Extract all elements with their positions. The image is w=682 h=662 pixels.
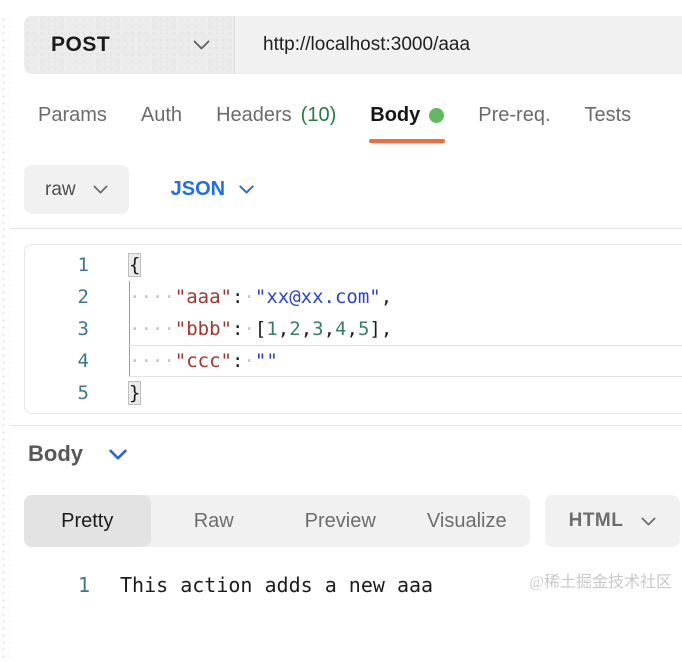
editor-line-number: 2 [25, 281, 89, 313]
tab-params[interactable]: Params [38, 104, 107, 143]
response-body-label: Body [28, 441, 83, 467]
view-tab-label: Preview [305, 510, 376, 533]
tab-label: Tests [585, 104, 632, 127]
view-tab-preview[interactable]: Preview [277, 495, 404, 547]
code-token-punct: : [232, 350, 243, 372]
code-token-punct: , [381, 286, 392, 308]
method-select[interactable]: POST [24, 16, 234, 74]
view-tab-label: Raw [194, 510, 234, 533]
code-token-ws: · [243, 350, 254, 372]
editor-line-content: } [129, 377, 682, 409]
code-token-string: "" [255, 350, 278, 372]
request-builder-page: POST http://localhost:3000/aaa Params Au… [0, 16, 682, 597]
view-tab-label: Pretty [61, 510, 113, 533]
code-token-punct: , [301, 318, 312, 340]
chevron-down-icon [93, 185, 108, 194]
view-tab-label: Visualize [427, 510, 507, 533]
code-token-punct: , [381, 318, 392, 340]
code-token-key: "aaa" [175, 286, 232, 308]
code-token-number: 2 [289, 318, 300, 340]
code-token-punct: , [324, 318, 335, 340]
editor-lines: 1{2····"aaa":·"xx@xx.com",3····"bbb":·[1… [25, 249, 682, 409]
editor-line: 2 ····"aaa":·"xx@xx.com", [25, 281, 682, 313]
editor-line-content: { [129, 249, 682, 281]
tab-tests[interactable]: Tests [585, 104, 632, 143]
code-token-brace: } [129, 382, 140, 404]
request-tabs: Params Auth Headers (10) Body Pre-req. T… [38, 104, 682, 152]
editor-line: 3····"bbb":·[1,2,3,4,5], [25, 313, 682, 345]
editor-line-content: ····"bbb":·[1,2,3,4,5], [129, 313, 682, 345]
tab-body[interactable]: Body [370, 104, 444, 143]
chevron-down-icon[interactable] [109, 449, 127, 460]
body-format-label: JSON [171, 178, 225, 201]
tab-label: Pre-req. [478, 104, 550, 127]
chevron-down-icon [193, 40, 210, 50]
response-line-number: 1 [24, 573, 90, 597]
view-tab-raw[interactable]: Raw [151, 495, 278, 547]
tab-headers[interactable]: Headers (10) [216, 104, 336, 143]
response-toolbar: Pretty Raw Preview Visualize HTML [24, 495, 680, 547]
code-token-number: 3 [312, 318, 323, 340]
editor-line-content: ····"ccc":·"" [129, 345, 682, 377]
code-token-punct: , [347, 318, 358, 340]
editor-line: 4 ····"ccc":·"" [25, 345, 682, 377]
editor-line: 5} [25, 377, 682, 409]
tab-label: Params [38, 104, 107, 127]
url-input[interactable]: http://localhost:3000/aaa [234, 16, 682, 74]
response-view-tabs: Pretty Raw Preview Visualize [24, 495, 530, 547]
chevron-down-icon [239, 185, 254, 194]
body-filled-dot [429, 108, 444, 123]
editor-line: 1{ [25, 249, 682, 281]
code-token-punct: , [278, 318, 289, 340]
code-token-brace: { [129, 254, 140, 276]
headers-count-badge: (10) [301, 104, 337, 127]
response-section-header: Body [28, 441, 682, 467]
view-tab-pretty[interactable]: Pretty [24, 495, 151, 547]
code-token-ws: ···· [129, 286, 175, 308]
tab-label: Headers [216, 104, 292, 127]
editor-line-content: ····"aaa":·"xx@xx.com", [129, 281, 682, 313]
editor-line-number: 4 [25, 345, 89, 377]
method-label: POST [51, 33, 110, 57]
url-text: http://localhost:3000/aaa [263, 34, 470, 56]
response-line-text: This action adds a new aaa [120, 573, 433, 597]
code-token-string: "xx@xx.com" [255, 286, 381, 308]
code-token-number: 1 [266, 318, 277, 340]
juejin-watermark: @稀土掘金技术社区 [529, 568, 672, 592]
body-mode-label: raw [45, 179, 76, 201]
tab-label: Auth [141, 104, 182, 127]
code-token-punct: ] [369, 318, 380, 340]
body-type-row: raw JSON [24, 165, 682, 214]
code-token-ws: · [243, 318, 254, 340]
response-format-select[interactable]: HTML [545, 495, 680, 547]
url-bar: POST http://localhost:3000/aaa [24, 16, 682, 74]
body-mode-select[interactable]: raw [24, 165, 129, 214]
code-token-number: 4 [335, 318, 346, 340]
active-tab-underline [369, 139, 445, 143]
body-format-select[interactable]: JSON [171, 178, 254, 201]
tab-auth[interactable]: Auth [141, 104, 182, 143]
section-divider [10, 425, 682, 426]
chevron-down-icon [641, 517, 656, 526]
request-body-editor[interactable]: 1{2····"aaa":·"xx@xx.com",3····"bbb":·[1… [24, 244, 682, 414]
code-token-number: 5 [358, 318, 369, 340]
view-tab-visualize[interactable]: Visualize [404, 495, 531, 547]
code-token-key: "bbb" [175, 318, 232, 340]
response-format-label: HTML [569, 510, 624, 532]
code-token-punct: : [232, 318, 243, 340]
code-token-punct: [ [255, 318, 266, 340]
code-token-ws: · [243, 286, 254, 308]
code-token-punct: : [232, 286, 243, 308]
tab-label: Body [370, 104, 420, 127]
section-divider [10, 228, 682, 229]
editor-line-number: 1 [25, 249, 89, 281]
tab-pre-req[interactable]: Pre-req. [478, 104, 550, 143]
code-token-key: "ccc" [175, 350, 232, 372]
code-token-ws: ···· [129, 318, 175, 340]
editor-line-number: 5 [25, 377, 89, 409]
editor-line-number: 3 [25, 313, 89, 345]
code-token-ws: ···· [129, 350, 175, 372]
